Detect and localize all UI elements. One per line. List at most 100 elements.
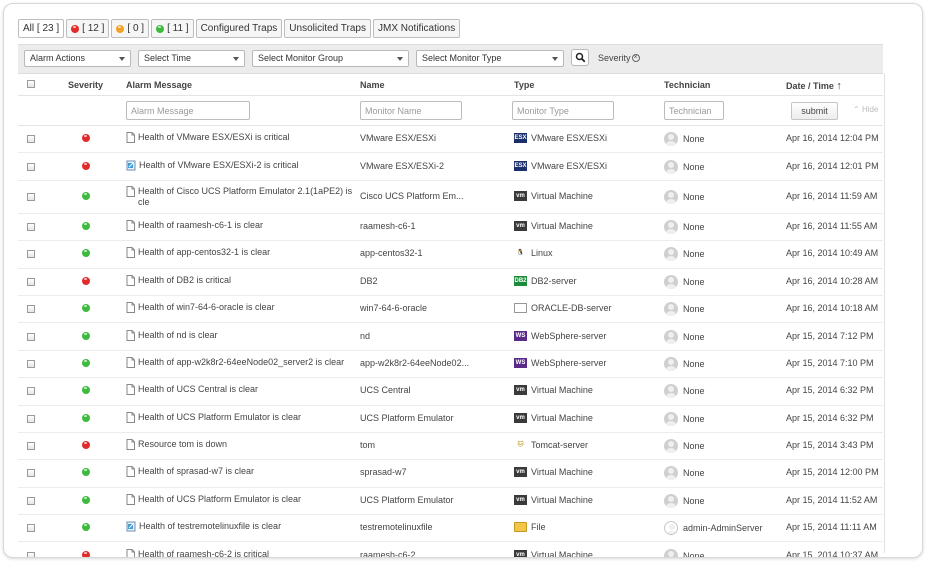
- monitor-name[interactable]: nd: [360, 331, 370, 341]
- monitor-type-select[interactable]: Select Monitor Type: [416, 50, 564, 67]
- monitor-name[interactable]: VMware ESX/ESXi-2: [360, 161, 444, 171]
- alarm-message-text[interactable]: Health of UCS Platform Emulator is clear: [138, 412, 360, 423]
- row-checkbox[interactable]: [27, 551, 35, 557]
- row-checkbox[interactable]: [27, 192, 35, 201]
- row-checkbox[interactable]: [27, 277, 35, 286]
- alarm-message-text[interactable]: Health of nd is clear: [138, 330, 360, 341]
- tab-warning[interactable]: [ 0 ]: [111, 19, 150, 38]
- alarm-message-text[interactable]: Health of Cisco UCS Platform Emulator 2.…: [138, 186, 360, 208]
- table-row[interactable]: Health of VMware ESX/ESXi is critical VM…: [18, 126, 883, 154]
- hide-filters-link[interactable]: ⌃ Hide: [853, 105, 878, 114]
- table-row[interactable]: Health of app-w2k8r2-64eeNode02_server2 …: [18, 351, 883, 379]
- monitor-name[interactable]: win7-64-6-oracle: [360, 303, 427, 313]
- alarm-message[interactable]: Health of VMware ESX/ESXi is critical: [126, 132, 360, 144]
- row-checkbox[interactable]: [27, 359, 35, 368]
- row-checkbox[interactable]: [27, 135, 35, 144]
- alarm-message[interactable]: Health of raamesh-c6-1 is clear: [126, 219, 360, 231]
- alarm-message-text[interactable]: Health of VMware ESX/ESXi-2 is critical: [139, 160, 361, 171]
- monitor-name[interactable]: app-centos32-1: [360, 248, 423, 258]
- monitor-name[interactable]: Cisco UCS Platform Em...: [360, 191, 464, 201]
- table-row[interactable]: Health of Cisco UCS Platform Emulator 2.…: [18, 181, 883, 214]
- table-row[interactable]: Health of sprasad-w7 is clear sprasad-w7…: [18, 460, 883, 488]
- row-checkbox[interactable]: [27, 222, 35, 231]
- alarm-message[interactable]: Health of DB2 is critical: [126, 274, 360, 286]
- alarm-message-text[interactable]: Health of app-centos32-1 is clear: [138, 247, 360, 258]
- alarm-message-text[interactable]: Health of UCS Platform Emulator is clear: [138, 494, 360, 505]
- alarm-actions-select[interactable]: Alarm Actions: [24, 50, 131, 67]
- tab-configured-traps[interactable]: Configured Traps: [195, 19, 283, 38]
- table-row[interactable]: Health of VMware ESX/ESXi-2 is critical …: [18, 153, 883, 181]
- table-row[interactable]: Health of win7-64-6-oracle is clear win7…: [18, 296, 883, 324]
- alarm-message[interactable]: Health of raamesh-c6-2 is critical: [126, 548, 360, 557]
- table-row[interactable]: Health of nd is clear nd WS WebSphere-se…: [18, 323, 883, 351]
- col-date-time[interactable]: Date / Time ↑: [786, 80, 842, 92]
- monitor-name[interactable]: raamesh-c6-1: [360, 221, 416, 231]
- monitor-group-select[interactable]: Select Monitor Group: [252, 50, 409, 67]
- table-row[interactable]: Health of DB2 is critical DB2 DB2 DB2-se…: [18, 269, 883, 296]
- row-checkbox[interactable]: [27, 442, 35, 451]
- table-row[interactable]: Health of UCS Platform Emulator is clear…: [18, 406, 883, 433]
- tab-jmx-notifications[interactable]: JMX Notifications: [373, 19, 461, 38]
- alarm-message-text[interactable]: Health of VMware ESX/ESXi is critical: [138, 132, 360, 143]
- monitor-name[interactable]: testremotelinuxfile: [360, 522, 433, 532]
- row-checkbox[interactable]: [27, 414, 35, 423]
- alarm-message-text[interactable]: Health of raamesh-c6-2 is critical: [138, 549, 360, 557]
- monitor-name[interactable]: DB2: [360, 276, 378, 286]
- monitor-name[interactable]: app-w2k8r2-64eeNode02...: [360, 358, 469, 368]
- monitor-name[interactable]: raamesh-c6-2: [360, 550, 416, 557]
- alarm-message-filter[interactable]: [126, 101, 250, 120]
- alarm-message-text[interactable]: Health of DB2 is critical: [138, 275, 360, 286]
- select-all-checkbox[interactable]: [27, 80, 35, 88]
- row-checkbox[interactable]: [27, 332, 35, 341]
- tab-critical[interactable]: [ 12 ]: [66, 19, 110, 38]
- alarm-message[interactable]: Resource tom is down: [126, 439, 360, 451]
- alarm-message-text[interactable]: Health of sprasad-w7 is clear: [138, 466, 360, 477]
- alarm-message[interactable]: Health of app-centos32-1 is clear: [126, 247, 360, 259]
- table-row[interactable]: Health of testremotelinuxfile is clear t…: [18, 515, 883, 543]
- monitor-name[interactable]: tom: [360, 440, 375, 450]
- monitor-name[interactable]: UCS Central: [360, 385, 411, 395]
- col-alarm-message[interactable]: Alarm Message: [126, 80, 192, 90]
- tab-clear[interactable]: [ 11 ]: [151, 19, 194, 38]
- table-row[interactable]: Health of raamesh-c6-1 is clear raamesh-…: [18, 214, 883, 242]
- alarm-message[interactable]: Health of VMware ESX/ESXi-2 is critical: [126, 160, 361, 171]
- monitor-type-filter[interactable]: [512, 101, 614, 120]
- alarm-message[interactable]: Health of win7-64-6-oracle is clear: [126, 302, 360, 314]
- alarm-message[interactable]: Health of sprasad-w7 is clear: [126, 466, 360, 478]
- alarm-message[interactable]: Health of UCS Central is clear: [126, 384, 360, 396]
- alarm-message-text[interactable]: Health of testremotelinuxfile is clear: [139, 521, 361, 532]
- severity-filter[interactable]: Severity ×: [598, 53, 640, 63]
- table-row[interactable]: Health of UCS Central is clear UCS Centr…: [18, 378, 883, 406]
- clear-x-icon[interactable]: ×: [631, 54, 640, 62]
- alarm-message-text[interactable]: Health of win7-64-6-oracle is clear: [138, 302, 360, 313]
- table-row[interactable]: Health of UCS Platform Emulator is clear…: [18, 488, 883, 516]
- search-button[interactable]: [571, 49, 589, 66]
- monitor-name[interactable]: sprasad-w7: [360, 467, 407, 477]
- monitor-name-filter[interactable]: [360, 101, 462, 120]
- submit-button[interactable]: submit: [791, 102, 838, 120]
- row-checkbox[interactable]: [27, 469, 35, 478]
- alarm-message-text[interactable]: Health of UCS Central is clear: [138, 384, 360, 395]
- alarm-message[interactable]: Health of app-w2k8r2-64eeNode02_server2 …: [126, 356, 360, 368]
- row-checkbox[interactable]: [27, 387, 35, 396]
- alarm-message[interactable]: Health of testremotelinuxfile is clear: [126, 521, 361, 532]
- table-row[interactable]: Health of app-centos32-1 is clear app-ce…: [18, 241, 883, 269]
- col-name[interactable]: Name: [360, 80, 385, 90]
- alarm-message-text[interactable]: Health of app-w2k8r2-64eeNode02_server2 …: [138, 357, 360, 368]
- row-checkbox[interactable]: [27, 162, 35, 171]
- col-type[interactable]: Type: [514, 80, 534, 90]
- alarm-message-text[interactable]: Resource tom is down: [138, 439, 360, 450]
- row-checkbox[interactable]: [27, 250, 35, 259]
- monitor-name[interactable]: UCS Platform Emulator: [360, 495, 454, 505]
- table-row[interactable]: Resource tom is down tom 🐱 Tomcat-server…: [18, 433, 883, 461]
- technician-filter[interactable]: [664, 101, 724, 120]
- tab-all[interactable]: All [ 23 ]: [18, 19, 65, 38]
- col-severity[interactable]: Severity: [68, 80, 103, 90]
- tab-unsolicited-traps[interactable]: Unsolicited Traps: [284, 19, 371, 38]
- col-technician[interactable]: Technician: [664, 80, 710, 90]
- alarm-message[interactable]: Health of Cisco UCS Platform Emulator 2.…: [126, 185, 360, 208]
- row-checkbox[interactable]: [27, 496, 35, 505]
- alarm-message-text[interactable]: Health of raamesh-c6-1 is clear: [138, 220, 360, 231]
- monitor-name[interactable]: VMware ESX/ESXi: [360, 133, 436, 143]
- row-checkbox[interactable]: [27, 524, 35, 533]
